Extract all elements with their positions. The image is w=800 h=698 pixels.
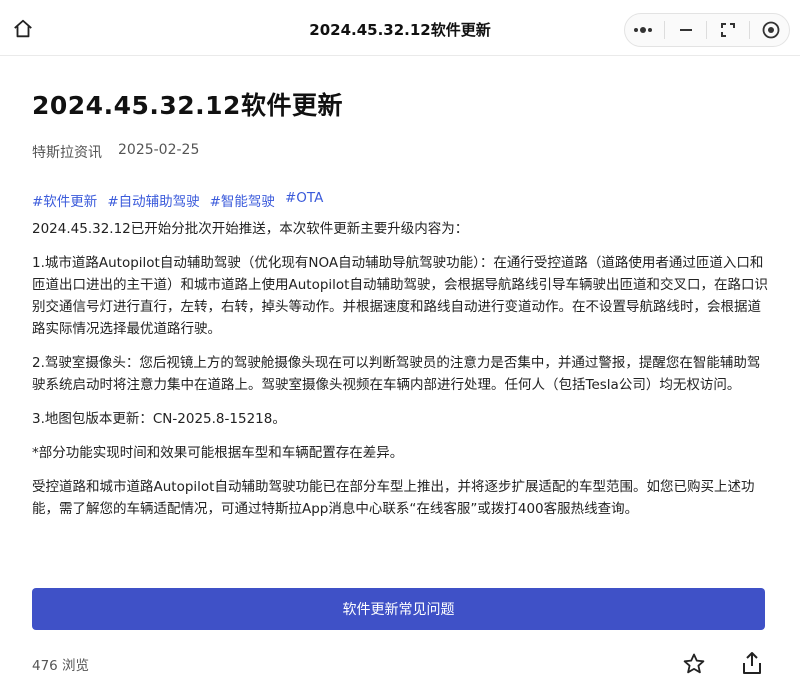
view-count: 476 浏览 — [32, 658, 90, 674]
capsule-divider — [706, 21, 708, 39]
tag-smart-driving[interactable]: #智能驾驶 — [210, 190, 275, 210]
top-bar: 2024.45.32.12软件更新 — [0, 0, 800, 56]
favorite-button[interactable] — [682, 652, 706, 676]
minimize-button[interactable] — [671, 15, 701, 45]
article-title: 2024.45.32.12软件更新 — [32, 91, 343, 120]
tag-software-update[interactable]: #软件更新 — [32, 190, 97, 210]
article-date: 2025-02-25 — [118, 142, 200, 158]
article: 2024.45.32.12软件更新 特斯拉资讯 2025-02-25 #软件更新… — [32, 86, 772, 520]
more-button[interactable] — [628, 15, 658, 45]
share-icon — [743, 652, 761, 674]
star-icon — [683, 653, 705, 674]
tag-ota[interactable]: #OTA — [285, 190, 323, 210]
share-button[interactable] — [740, 650, 764, 676]
tag-list: #软件更新 #自动辅助驾驶 #智能驾驶 #OTA — [32, 190, 772, 210]
item-paragraph-3: 3.地图包版本更新：CN-2025.8-15218。 — [32, 411, 286, 427]
restore-button[interactable] — [713, 15, 743, 45]
intro-paragraph: 2024.45.32.12已开始分批次开始推送，本次软件更新主要升级内容为： — [32, 221, 469, 237]
article-meta: 特斯拉资讯 2025-02-25 — [32, 142, 772, 162]
minimize-icon — [679, 29, 692, 31]
closing-paragraph: 受控道路和城市道路Autopilot自动辅助驾驶功能已在部分车型上推出，并将逐步… — [32, 479, 755, 517]
more-icon — [633, 27, 652, 33]
mini-program-capsule — [624, 13, 790, 47]
tag-autopilot[interactable]: #自动辅助驾驶 — [107, 190, 199, 210]
faq-button[interactable]: 软件更新常见问题 — [32, 588, 765, 630]
item-paragraph-1: 1.城市道路Autopilot自动辅助驾驶（优化现有NOA自动辅助导航驾驶功能）… — [32, 255, 768, 337]
note-paragraph: *部分功能实现时间和效果可能根据车型和车辆配置存在差异。 — [32, 445, 404, 461]
capsule-divider — [749, 21, 751, 39]
capsule-divider — [663, 21, 665, 39]
close-button[interactable] — [756, 15, 786, 45]
item-paragraph-2: 2.驾驶室摄像头：您后视镜上方的驾驶舱摄像头现在可以判断驾驶员的注意力是否集中，… — [32, 355, 761, 393]
close-target-icon — [762, 21, 780, 39]
restore-icon — [721, 23, 736, 37]
article-source[interactable]: 特斯拉资讯 — [32, 142, 102, 162]
